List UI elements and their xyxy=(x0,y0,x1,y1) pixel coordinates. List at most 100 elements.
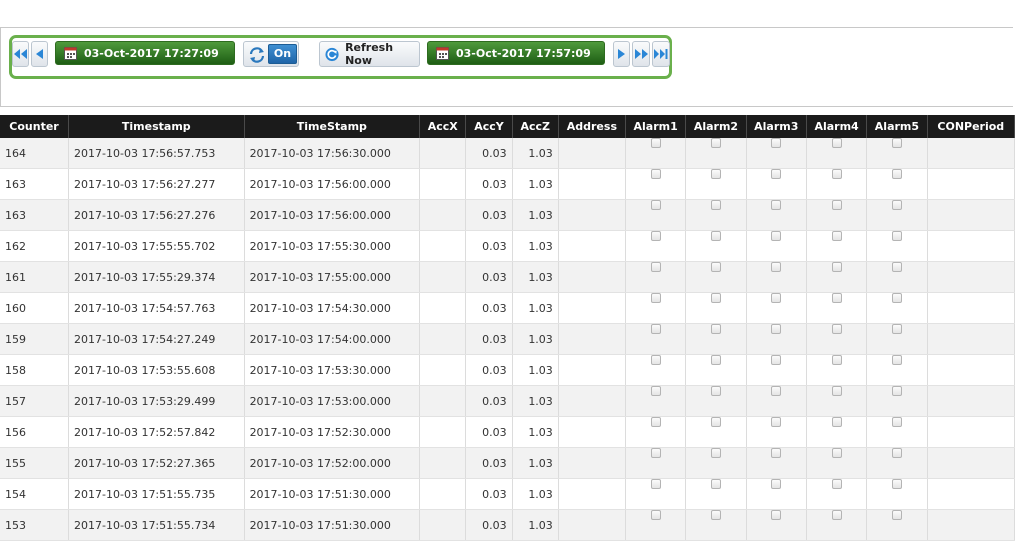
alarm4-checkbox[interactable] xyxy=(831,386,842,396)
alarm2-checkbox[interactable] xyxy=(710,448,721,458)
alarm1-checkbox[interactable] xyxy=(650,231,661,241)
column-header-alarm2[interactable]: Alarm2 xyxy=(685,115,747,138)
column-header-timestamp[interactable]: Timestamp xyxy=(68,115,245,138)
alarm4-checkbox[interactable] xyxy=(831,355,842,365)
alarm4-checkbox[interactable] xyxy=(831,510,842,520)
table-row[interactable]: 157 2017-10-03 17:53:29.499 2017-10-03 17:… xyxy=(0,385,1015,417)
alarm4-checkbox[interactable] xyxy=(831,231,842,241)
column-header-accx[interactable]: AccX xyxy=(419,115,467,138)
alarm5-checkbox[interactable] xyxy=(891,510,902,520)
alarm3-checkbox[interactable] xyxy=(771,417,782,427)
alarm1-checkbox[interactable] xyxy=(650,448,661,458)
first-page-button[interactable] xyxy=(12,41,29,67)
alarm1-checkbox[interactable] xyxy=(650,200,661,210)
alarm3-checkbox[interactable] xyxy=(771,479,782,489)
alarm2-checkbox[interactable] xyxy=(710,138,721,148)
alarm4-checkbox[interactable] xyxy=(831,479,842,489)
alarm3-checkbox[interactable] xyxy=(771,355,782,365)
alarm2-checkbox[interactable] xyxy=(710,200,721,210)
alarm3-checkbox[interactable] xyxy=(771,448,782,458)
auto-refresh-toggle[interactable]: On xyxy=(268,44,297,64)
table-row[interactable]: 154 2017-10-03 17:51:55.735 2017-10-03 17:… xyxy=(0,478,1015,510)
column-header-address[interactable]: Address xyxy=(558,115,626,138)
alarm3-checkbox[interactable] xyxy=(771,510,782,520)
alarm4-checkbox[interactable] xyxy=(831,200,842,210)
table-row[interactable]: 164 2017-10-03 17:56:57.753 2017-10-03 17:… xyxy=(0,138,1015,169)
alarm2-checkbox[interactable] xyxy=(710,231,721,241)
alarm2-checkbox[interactable] xyxy=(710,386,721,396)
forward-button[interactable] xyxy=(632,41,650,67)
table-row[interactable]: 163 2017-10-03 17:56:27.276 2017-10-03 17:… xyxy=(0,199,1015,231)
alarm5-checkbox[interactable] xyxy=(891,200,902,210)
table-row[interactable]: 162 2017-10-03 17:55:55.702 2017-10-03 17:… xyxy=(0,230,1015,262)
alarm2-checkbox[interactable] xyxy=(710,417,721,427)
alarm2-checkbox[interactable] xyxy=(710,355,721,365)
alarm3-checkbox[interactable] xyxy=(771,200,782,210)
table-row[interactable]: 161 2017-10-03 17:55:29.374 2017-10-03 17:… xyxy=(0,261,1015,293)
alarm1-checkbox[interactable] xyxy=(650,293,661,303)
last-page-button[interactable] xyxy=(652,41,670,67)
table-row[interactable]: 155 2017-10-03 17:52:27.365 2017-10-03 17:… xyxy=(0,447,1015,479)
column-header-accz[interactable]: AccZ xyxy=(512,115,559,138)
alarm1-checkbox[interactable] xyxy=(650,479,661,489)
column-header-alarm1[interactable]: Alarm1 xyxy=(625,115,687,138)
alarm3-checkbox[interactable] xyxy=(771,231,782,241)
alarm5-checkbox[interactable] xyxy=(891,479,902,489)
alarm4-checkbox[interactable] xyxy=(831,324,842,334)
alarm5-checkbox[interactable] xyxy=(891,324,902,334)
table-row[interactable]: 160 2017-10-03 17:54:57.763 2017-10-03 17:… xyxy=(0,292,1015,324)
alarm3-checkbox[interactable] xyxy=(771,138,782,148)
next-page-button[interactable] xyxy=(613,41,630,67)
column-header-accy[interactable]: AccY xyxy=(465,115,513,138)
alarm5-checkbox[interactable] xyxy=(891,386,902,396)
alarm4-checkbox[interactable] xyxy=(831,169,842,179)
alarm1-checkbox[interactable] xyxy=(650,169,661,179)
alarm5-checkbox[interactable] xyxy=(891,138,902,148)
column-header-conperiod[interactable]: CONPeriod xyxy=(927,115,1015,138)
alarm3-checkbox[interactable] xyxy=(771,169,782,179)
alarm4-checkbox[interactable] xyxy=(831,417,842,427)
column-header-timestamp[interactable]: TimeStamp xyxy=(244,115,421,138)
alarm5-checkbox[interactable] xyxy=(891,355,902,365)
alarm5-checkbox[interactable] xyxy=(891,417,902,427)
alarm4-checkbox[interactable] xyxy=(831,448,842,458)
table-row[interactable]: 158 2017-10-03 17:53:55.608 2017-10-03 17:… xyxy=(0,354,1015,386)
alarm2-checkbox[interactable] xyxy=(710,293,721,303)
alarm5-checkbox[interactable] xyxy=(891,262,902,272)
alarm2-checkbox[interactable] xyxy=(710,324,721,334)
refresh-now-button[interactable]: Refresh Now xyxy=(319,41,420,67)
alarm4-checkbox[interactable] xyxy=(831,262,842,272)
alarm3-checkbox[interactable] xyxy=(771,293,782,303)
column-header-alarm5[interactable]: Alarm5 xyxy=(866,115,928,138)
table-row[interactable]: 156 2017-10-03 17:52:57.842 2017-10-03 17:… xyxy=(0,416,1015,448)
alarm1-checkbox[interactable] xyxy=(650,355,661,365)
alarm1-checkbox[interactable] xyxy=(650,386,661,396)
alarm3-checkbox[interactable] xyxy=(771,324,782,334)
end-date-field[interactable]: 03-Oct-2017 17:57:09 xyxy=(427,41,605,65)
column-header-counter[interactable]: Counter xyxy=(0,115,70,138)
table-row[interactable]: 159 2017-10-03 17:54:27.249 2017-10-03 17:… xyxy=(0,323,1015,355)
alarm2-checkbox[interactable] xyxy=(710,169,721,179)
alarm1-checkbox[interactable] xyxy=(650,262,661,272)
alarm5-checkbox[interactable] xyxy=(891,293,902,303)
table-row[interactable]: 153 2017-10-03 17:51:55.734 2017-10-03 17:… xyxy=(0,509,1015,541)
column-header-alarm4[interactable]: Alarm4 xyxy=(806,115,868,138)
alarm5-checkbox[interactable] xyxy=(891,169,902,179)
alarm3-checkbox[interactable] xyxy=(771,262,782,272)
start-date-field[interactable]: 03-Oct-2017 17:27:09 xyxy=(55,41,235,65)
alarm2-checkbox[interactable] xyxy=(710,479,721,489)
alarm5-checkbox[interactable] xyxy=(891,231,902,241)
alarm4-checkbox[interactable] xyxy=(831,293,842,303)
alarm1-checkbox[interactable] xyxy=(650,510,661,520)
previous-page-button[interactable] xyxy=(31,41,48,67)
alarm2-checkbox[interactable] xyxy=(710,262,721,272)
table-row[interactable]: 163 2017-10-03 17:56:27.277 2017-10-03 17:… xyxy=(0,168,1015,200)
column-header-alarm3[interactable]: Alarm3 xyxy=(746,115,807,138)
alarm5-checkbox[interactable] xyxy=(891,448,902,458)
alarm1-checkbox[interactable] xyxy=(650,417,661,427)
alarm2-checkbox[interactable] xyxy=(710,510,721,520)
alarm4-checkbox[interactable] xyxy=(831,138,842,148)
alarm1-checkbox[interactable] xyxy=(650,324,661,334)
alarm1-checkbox[interactable] xyxy=(650,138,661,148)
alarm3-checkbox[interactable] xyxy=(771,386,782,396)
